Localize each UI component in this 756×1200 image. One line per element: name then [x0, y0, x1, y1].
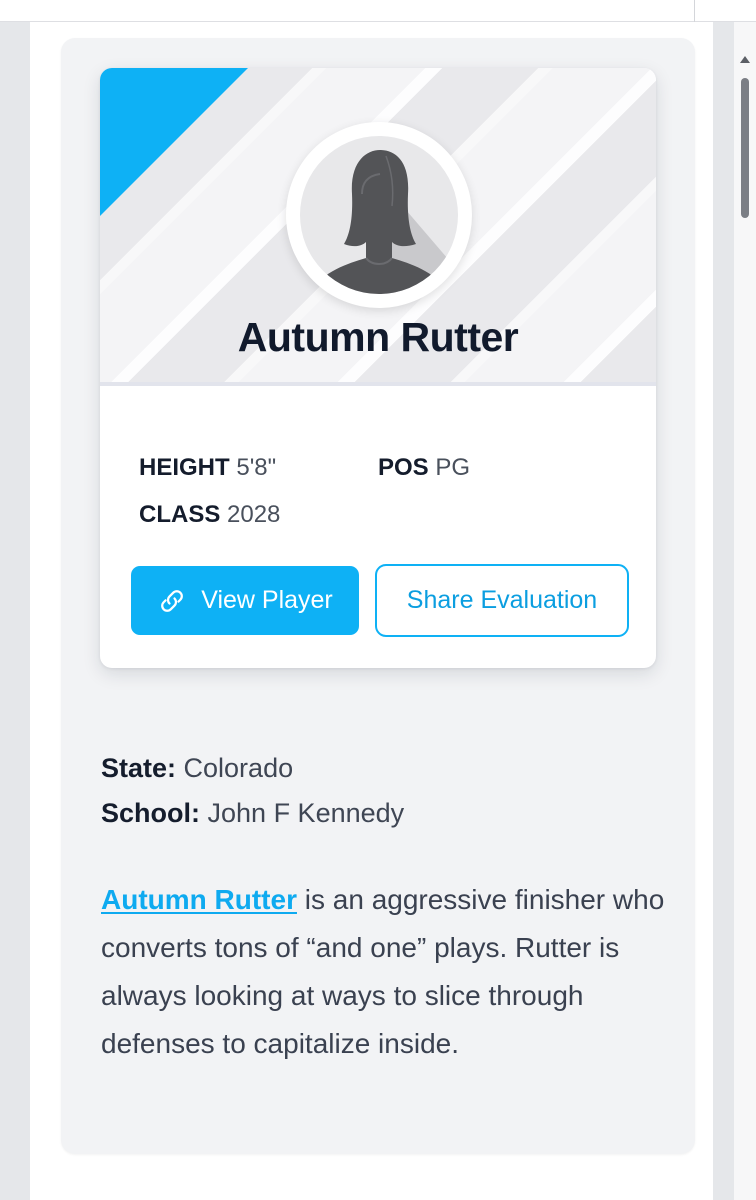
view-player-label: View Player	[201, 586, 333, 614]
link-icon	[157, 586, 187, 616]
scrollbar-thumb[interactable]	[741, 78, 749, 218]
state-label: State:	[101, 753, 177, 783]
person-silhouette-icon	[300, 136, 458, 294]
school-label: School:	[101, 798, 200, 828]
browser-top-strip	[0, 0, 756, 22]
player-name: Autumn Rutter	[237, 314, 519, 360]
state-value: Colorado	[183, 753, 294, 783]
stat-position-value: PG	[435, 454, 471, 481]
stat-height-value: 5'8"	[236, 454, 277, 481]
banner-accent-corner	[100, 68, 248, 216]
stat-class: CLASS 2028	[139, 501, 280, 529]
banner-divider	[100, 382, 656, 386]
stat-class-label: CLASS	[139, 501, 221, 528]
stat-height: HEIGHT 5'8"	[139, 454, 276, 482]
stat-class-value: 2028	[227, 501, 281, 528]
player-profile-card: Autumn Rutter HEIGHT 5'8" POS PG CLASS 2…	[100, 68, 656, 668]
avatar	[286, 122, 472, 308]
stat-position: POS PG	[378, 454, 470, 482]
share-evaluation-button[interactable]: Share Evaluation	[375, 564, 629, 637]
stat-height-label: HEIGHT	[139, 454, 230, 481]
school-value: John F Kennedy	[207, 798, 405, 828]
stat-position-label: POS	[378, 454, 429, 481]
state-info: State: Colorado	[101, 753, 293, 784]
scroll-up-arrow-icon[interactable]	[740, 56, 750, 63]
school-info: School: John F Kennedy	[101, 798, 404, 829]
top-strip-divider	[694, 0, 695, 22]
player-bio: Autumn Rutter is an aggressive finisher …	[101, 876, 681, 1068]
player-bio-link[interactable]: Autumn Rutter	[101, 884, 297, 915]
view-player-button[interactable]: View Player	[131, 566, 359, 635]
share-evaluation-label: Share Evaluation	[406, 586, 598, 614]
